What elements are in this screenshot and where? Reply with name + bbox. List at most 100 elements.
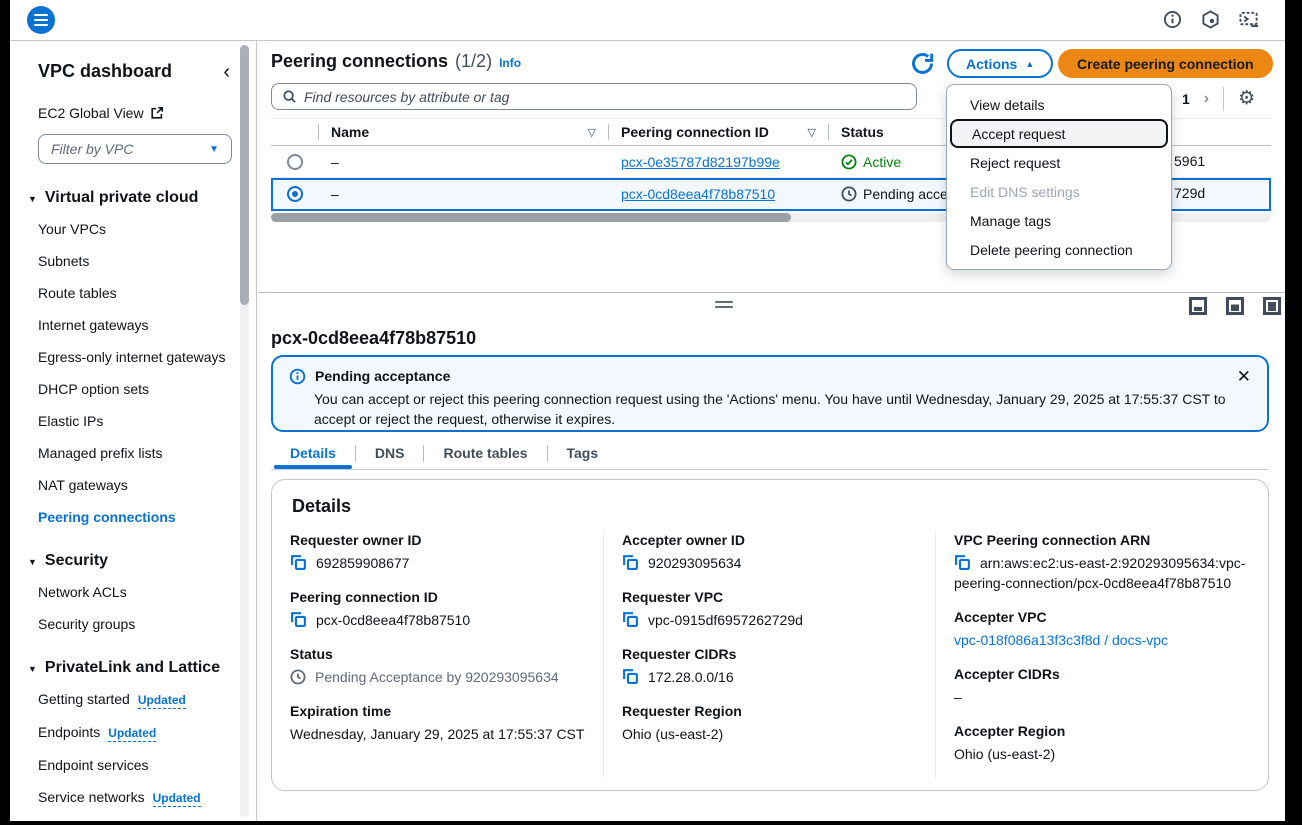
accepter-vpc-link[interactable]: vpc-018f086a13f3c3f8d / docs-vpc: [954, 630, 1254, 650]
tab-dns[interactable]: DNS: [356, 440, 424, 466]
filter-by-vpc-select[interactable]: Filter by VPC ▼: [38, 134, 232, 164]
field-status: Status Pending Acceptance by 92029309563…: [290, 646, 589, 687]
sidebar-item-managed-prefix-lists[interactable]: Managed prefix lists: [38, 443, 228, 463]
alert-title: Pending acceptance: [315, 368, 450, 385]
next-page-icon[interactable]: ›: [1204, 90, 1209, 108]
search-icon: [282, 89, 297, 104]
requester-vpc-fragment: 5961: [1174, 153, 1205, 169]
sidebar-item-lattice-services[interactable]: Lattice services: [38, 820, 228, 821]
row-radio-selected[interactable]: [287, 186, 303, 202]
section-privatelink-and-lattice[interactable]: ▼ PrivateLink and Lattice: [28, 659, 238, 677]
refresh-button[interactable]: [908, 50, 936, 78]
pending-acceptance-alert: Pending acceptance You can accept or rej…: [271, 355, 1269, 432]
menu-item-manage-tags[interactable]: Manage tags: [947, 206, 1171, 235]
sidebar-title: VPC dashboard: [38, 61, 172, 82]
field-expiration-time: Expiration time Wednesday, January 29, 2…: [290, 703, 589, 744]
panel-layout-controls: [1189, 297, 1281, 315]
section-security[interactable]: ▼ Security: [28, 552, 238, 570]
sidebar-item-endpoint-services[interactable]: Endpoint services: [38, 755, 228, 775]
copy-icon[interactable]: [622, 554, 639, 571]
sidebar-item-peering-connections[interactable]: Peering connections: [38, 507, 228, 527]
panel-full-icon[interactable]: [1263, 297, 1281, 315]
sidebar-item-subnets[interactable]: Subnets: [38, 251, 228, 271]
preferences-gear-icon[interactable]: ⚙: [1238, 90, 1255, 108]
chevron-down-icon: ▼: [28, 194, 37, 204]
sidebar-item-dhcp-option-sets[interactable]: DHCP option sets: [38, 379, 228, 399]
cloudshell-icon[interactable]: [1239, 10, 1260, 29]
copy-icon[interactable]: [622, 611, 639, 628]
sidebar-item-nat-gateways[interactable]: NAT gateways: [38, 475, 228, 495]
details-column-1: Requester owner ID 692859908677 Peering …: [272, 530, 604, 778]
updated-badge: Updated: [138, 693, 186, 709]
row-radio-unselected[interactable]: [287, 154, 303, 170]
actions-button[interactable]: Actions ▲: [947, 49, 1053, 78]
refresh-icon: [909, 50, 936, 77]
panel-bottom-small-icon[interactable]: [1189, 297, 1207, 315]
menu-item-view-details[interactable]: View details: [947, 90, 1171, 119]
sidebar-item-internet-gateways[interactable]: Internet gateways: [38, 315, 228, 335]
updated-badge: Updated: [108, 726, 156, 742]
panel-bottom-large-icon[interactable]: [1226, 297, 1244, 315]
search-bar[interactable]: [271, 83, 917, 110]
sidebar-scrollbar-thumb[interactable]: [240, 45, 249, 305]
copy-icon[interactable]: [290, 611, 307, 628]
sidebar-item-route-tables[interactable]: Route tables: [38, 283, 228, 303]
tab-route-tables[interactable]: Route tables: [424, 440, 546, 466]
alert-body: You can accept or reject this peering co…: [314, 389, 1229, 429]
copy-icon[interactable]: [290, 554, 307, 571]
status-active-icon: [841, 154, 857, 170]
sort-icon[interactable]: ▽: [588, 126, 596, 139]
search-input[interactable]: [304, 89, 906, 105]
peering-connection-link[interactable]: pcx-0cd8eea4f78b87510: [621, 186, 775, 202]
split-panel-divider: [258, 292, 1285, 293]
menu-item-reject-request[interactable]: Reject request: [947, 148, 1171, 177]
amazon-q-icon[interactable]: [1201, 10, 1220, 29]
field-peering-connection-id: Peering connection ID pcx-0cd8eea4f78b87…: [290, 589, 589, 630]
status-text: Active: [863, 154, 901, 170]
pending-clock-icon: [290, 669, 306, 685]
sidebar-item-your-vpcs[interactable]: Your VPCs: [38, 219, 228, 239]
hamburger-menu-button[interactable]: [27, 6, 55, 34]
copy-icon[interactable]: [954, 554, 971, 571]
details-column-2: Accepter owner ID 920293095634 Requester…: [604, 530, 936, 778]
chevron-down-icon: ▼: [28, 664, 37, 674]
create-peering-connection-button[interactable]: Create peering connection: [1058, 49, 1273, 78]
details-column-3: VPC Peering connection ARN arn:aws:ec2:u…: [936, 530, 1268, 778]
resource-count: (1/2): [455, 51, 492, 72]
sidebar-item-service-networks[interactable]: Service networksUpdated: [38, 787, 228, 808]
close-icon[interactable]: ✕: [1237, 367, 1251, 387]
screen: VPC dashboard ‹ EC2 Global View Filter b…: [0, 0, 1302, 825]
info-icon[interactable]: [1163, 10, 1182, 29]
pagination: 1 › ⚙: [1178, 87, 1255, 111]
actions-dropdown-menu: View details Accept request Reject reque…: [946, 84, 1172, 270]
sidebar-item-egress-only-internet-gateways[interactable]: Egress-only internet gateways: [38, 347, 228, 367]
tab-tags[interactable]: Tags: [548, 440, 618, 466]
split-panel-drag-handle[interactable]: [715, 301, 733, 311]
sidebar-item-getting-started[interactable]: Getting startedUpdated: [38, 689, 228, 710]
sidebar-collapse-icon[interactable]: ‹: [223, 64, 230, 80]
chevron-down-icon: ▼: [28, 557, 37, 567]
copy-icon[interactable]: [622, 668, 639, 685]
chevron-up-icon: ▲: [1025, 59, 1034, 69]
info-link[interactable]: Info: [499, 56, 521, 70]
menu-item-delete-peering-connection[interactable]: Delete peering connection: [947, 235, 1171, 264]
filter-by-vpc-placeholder: Filter by VPC: [51, 141, 133, 157]
info-circle-icon: [289, 368, 306, 385]
peering-connection-link[interactable]: pcx-0e35787d82197b99e: [621, 154, 780, 170]
sidebar-item-ec2-global-view[interactable]: EC2 Global View: [38, 105, 238, 121]
sidebar-item-elastic-ips[interactable]: Elastic IPs: [38, 411, 228, 431]
column-header-name: Name: [331, 124, 369, 140]
menu-item-accept-request[interactable]: Accept request: [950, 119, 1168, 148]
field-requester-vpc: Requester VPC vpc-0915df6957262729d: [622, 589, 921, 630]
status-pending-icon: [841, 186, 857, 202]
section-virtual-private-cloud[interactable]: ▼ Virtual private cloud: [28, 189, 238, 207]
horizontal-scrollbar-thumb[interactable]: [271, 213, 791, 222]
sidebar-item-network-acls[interactable]: Network ACLs: [38, 582, 228, 602]
split-panel-title: pcx-0cd8eea4f78b87510: [271, 328, 476, 349]
page-number[interactable]: 1: [1178, 91, 1194, 107]
sidebar-item-security-groups[interactable]: Security groups: [38, 614, 228, 634]
sort-icon[interactable]: ▽: [808, 126, 816, 139]
tab-details[interactable]: Details: [271, 440, 355, 466]
sidebar-item-endpoints[interactable]: EndpointsUpdated: [38, 722, 228, 743]
external-link-icon: [150, 106, 164, 120]
